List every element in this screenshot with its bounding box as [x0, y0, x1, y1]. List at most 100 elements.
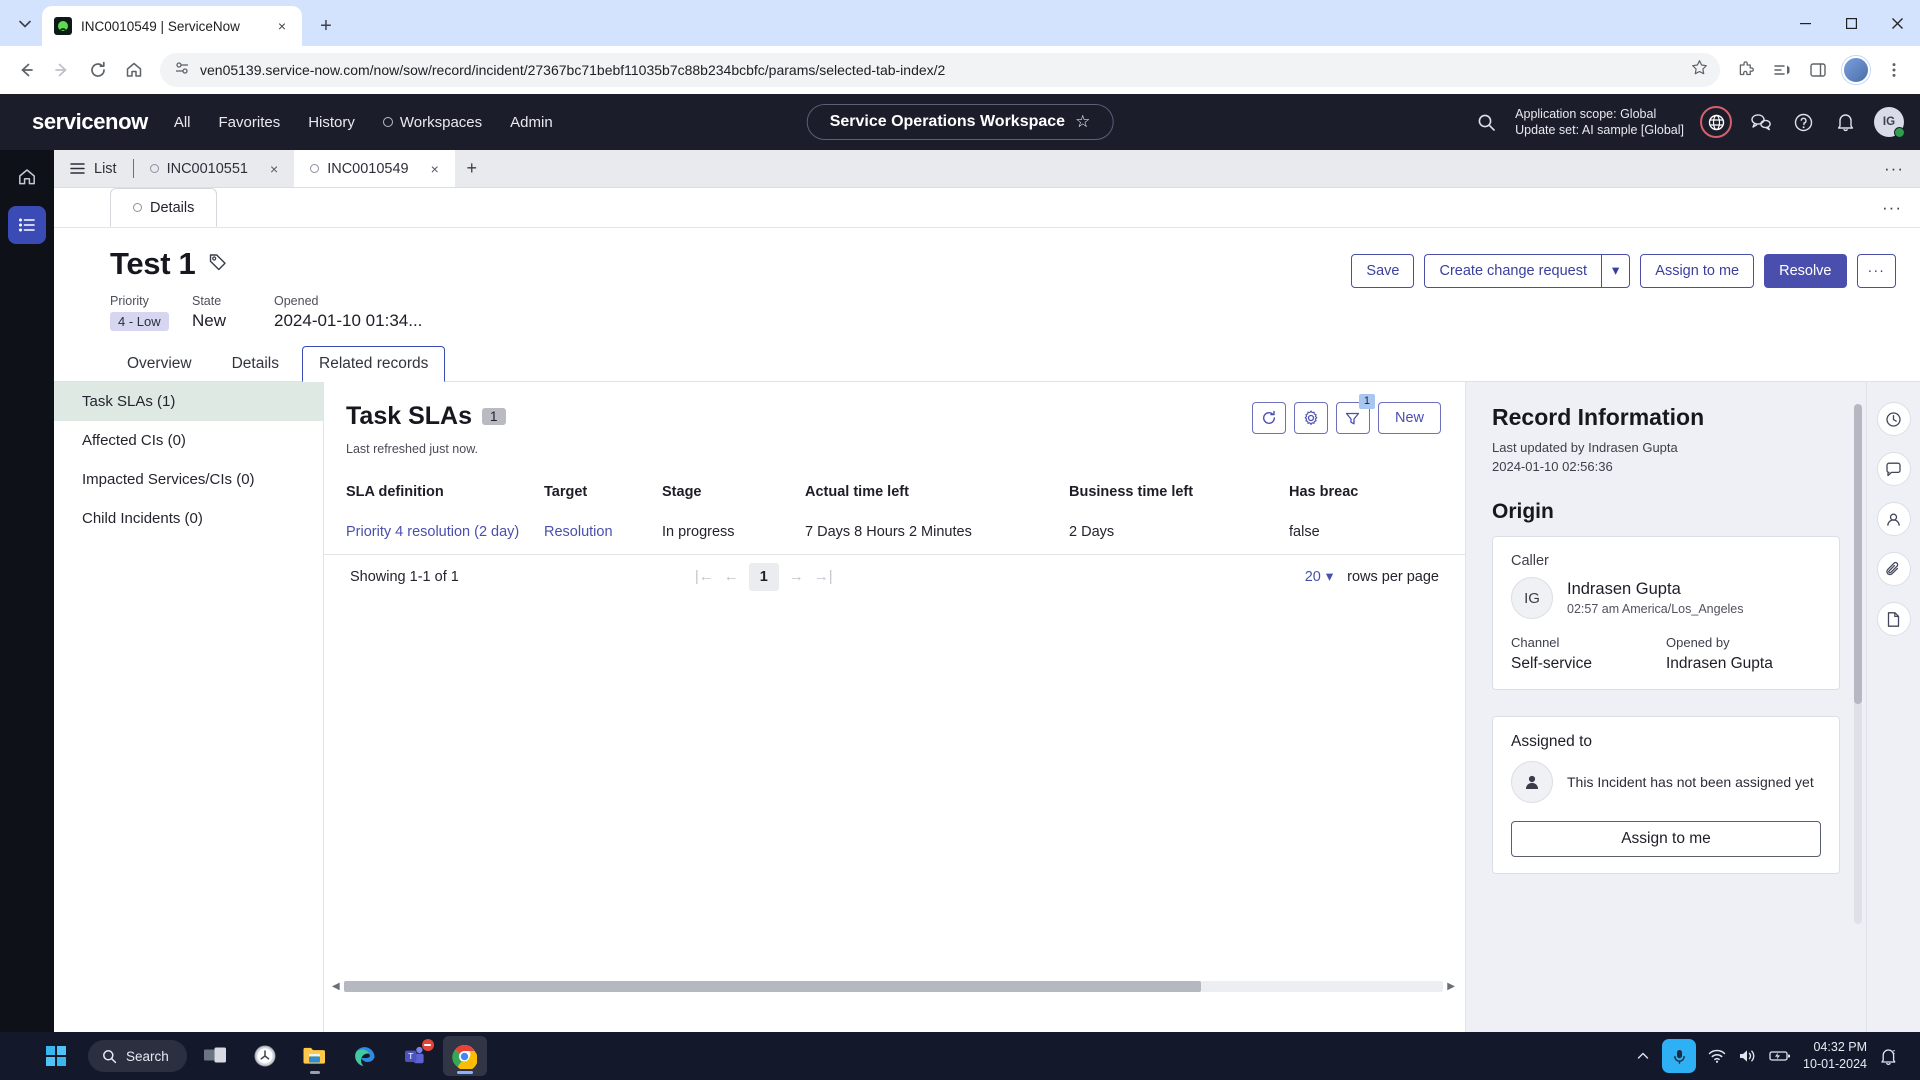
battery-icon[interactable] [1769, 1049, 1791, 1063]
filter-icon[interactable]: 1 [1335, 394, 1375, 434]
record-tab-close-icon[interactable]: × [431, 161, 439, 177]
sidebar-item-affected-cis[interactable]: Affected CIs (0) [54, 421, 323, 460]
assign-to-me-panel-button[interactable]: Assign to me [1511, 821, 1821, 857]
prev-page-icon[interactable]: ← [724, 568, 739, 585]
agent-assist-icon[interactable] [1876, 502, 1911, 536]
column-sla-definition[interactable]: SLA definition [324, 474, 544, 510]
column-actual-time-left[interactable]: Actual time left [805, 474, 1069, 510]
reload-icon[interactable] [82, 54, 114, 86]
nav-item-admin[interactable]: Admin [510, 114, 553, 131]
conversations-icon[interactable] [1748, 109, 1774, 135]
profile-avatar[interactable] [1842, 56, 1870, 84]
column-business-time-left[interactable]: Business time left [1069, 474, 1289, 510]
scrollbar-thumb[interactable] [343, 980, 1202, 992]
next-page-icon[interactable]: → [789, 568, 804, 585]
taskbar-clock[interactable]: 04:32 PM 10-01-2024 [1803, 1039, 1867, 1073]
teams-icon[interactable]: T [393, 1036, 437, 1076]
back-icon[interactable] [10, 54, 42, 86]
record-tab-close-icon[interactable]: × [270, 161, 278, 177]
rows-per-page-select[interactable]: 20 ▾ [1305, 569, 1333, 585]
column-target[interactable]: Target [544, 474, 662, 510]
assign-to-me-button[interactable]: Assign to me [1640, 254, 1755, 288]
globe-icon[interactable] [1700, 106, 1732, 138]
sidebar-item-impacted-services[interactable]: Impacted Services/CIs (0) [54, 460, 323, 499]
file-explorer-icon[interactable] [293, 1036, 337, 1076]
tab-search-caret-icon[interactable] [8, 7, 42, 41]
nav-item-workspaces[interactable]: Workspaces [382, 114, 482, 131]
current-page-number[interactable]: 1 [748, 562, 779, 591]
volume-icon[interactable] [1738, 1048, 1757, 1064]
info-panel-scrollbar[interactable] [1854, 404, 1862, 924]
chat-icon[interactable] [1876, 452, 1911, 486]
table-horizontal-scrollbar[interactable]: ◀ ▶ [332, 980, 1455, 992]
gear-icon[interactable] [1293, 402, 1328, 434]
column-stage[interactable]: Stage [662, 474, 805, 510]
servicenow-logo[interactable]: servicenow [32, 109, 148, 135]
scrollbar-track[interactable] [343, 980, 1444, 992]
show-hidden-icons-icon[interactable] [1636, 1049, 1650, 1063]
nav-item-history[interactable]: History [308, 114, 355, 131]
task-view-icon[interactable] [193, 1036, 237, 1076]
help-icon[interactable] [1790, 109, 1816, 135]
extensions-icon[interactable] [1730, 54, 1762, 86]
window-close-button[interactable] [1874, 0, 1920, 46]
favorite-star-icon[interactable]: ☆ [1075, 112, 1090, 132]
record-tab-inc0010549[interactable]: INC0010549 × [294, 150, 455, 187]
table-row[interactable]: Priority 4 resolution (2 day) Resolution… [324, 510, 1465, 554]
wifi-icon[interactable] [1708, 1048, 1726, 1064]
scroll-right-icon[interactable]: ▶ [1447, 981, 1455, 992]
new-record-button[interactable]: New [1377, 402, 1441, 434]
sla-definition-link[interactable]: Priority 4 resolution (2 day) [346, 524, 519, 540]
tag-icon[interactable] [208, 252, 228, 277]
media-controls-icon[interactable] [1766, 54, 1798, 86]
address-bar[interactable]: ven05139.service-now.com/now/sow/record/… [160, 53, 1720, 87]
side-panel-icon[interactable] [1802, 54, 1834, 86]
nav-item-all[interactable]: All [174, 114, 191, 131]
tab-overview[interactable]: Overview [110, 346, 209, 382]
window-minimize-button[interactable] [1782, 0, 1828, 46]
column-has-breached[interactable]: Has breac [1289, 474, 1465, 510]
notifications-bell-icon[interactable] [1832, 109, 1858, 135]
application-scope-block[interactable]: Application scope: Global Update set: AI… [1515, 106, 1684, 138]
create-change-request-button[interactable]: Create change request [1424, 254, 1601, 288]
notes-icon[interactable] [1876, 602, 1911, 636]
browser-tab-active[interactable]: INC0010549 | ServiceNow × [42, 6, 302, 46]
bookmark-star-icon[interactable] [1691, 59, 1708, 81]
record-more-actions-button[interactable]: ··· [1856, 254, 1896, 288]
chrome-browser-icon[interactable] [442, 1036, 487, 1076]
last-page-icon[interactable]: →| [814, 568, 833, 585]
info-panel-scroll-thumb[interactable] [1854, 404, 1862, 704]
target-link[interactable]: Resolution [544, 524, 613, 540]
search-icon[interactable] [1473, 109, 1499, 135]
refresh-icon[interactable] [1251, 402, 1286, 434]
sidebar-item-task-slas[interactable]: Task SLAs (1) [54, 382, 323, 421]
taskbar-search[interactable]: Search [88, 1040, 187, 1072]
start-button[interactable] [34, 1036, 78, 1076]
save-button[interactable]: Save [1351, 254, 1415, 288]
create-change-request-caret-icon[interactable]: ▾ [1601, 254, 1631, 288]
first-page-icon[interactable]: |← [695, 568, 714, 585]
scroll-left-icon[interactable]: ◀ [332, 981, 340, 992]
tab-related-records[interactable]: Related records [302, 346, 446, 382]
notification-center-icon[interactable]: z [1879, 1047, 1898, 1066]
record-tabbar-overflow-icon[interactable]: ··· [1868, 150, 1920, 187]
caller-name[interactable]: Indrasen Gupta [1567, 580, 1744, 599]
tab-list[interactable]: List [54, 150, 133, 187]
new-tab-button[interactable]: + [310, 10, 342, 42]
details-bar-overflow-icon[interactable]: ··· [1864, 198, 1920, 227]
add-record-tab-button[interactable]: + [455, 150, 489, 187]
tab-details[interactable]: Details [215, 346, 296, 382]
record-tab-inc0010551[interactable]: INC0010551 × [134, 150, 295, 187]
attachments-icon[interactable] [1876, 552, 1911, 586]
user-avatar[interactable]: IG [1874, 107, 1905, 138]
chrome-menu-icon[interactable] [1878, 54, 1910, 86]
sidebar-item-child-incidents[interactable]: Child Incidents (0) [54, 499, 323, 538]
clock-app-icon[interactable] [243, 1036, 287, 1076]
site-settings-icon[interactable] [174, 60, 190, 81]
tab-details-chip[interactable]: Details [110, 188, 218, 227]
home-icon[interactable] [118, 54, 150, 86]
resolve-button[interactable]: Resolve [1764, 254, 1847, 288]
workspace-title-pill[interactable]: Service Operations Workspace ☆ [806, 104, 1114, 140]
nav-item-favorites[interactable]: Favorites [219, 114, 281, 131]
browser-tab-close-icon[interactable]: × [272, 16, 292, 36]
